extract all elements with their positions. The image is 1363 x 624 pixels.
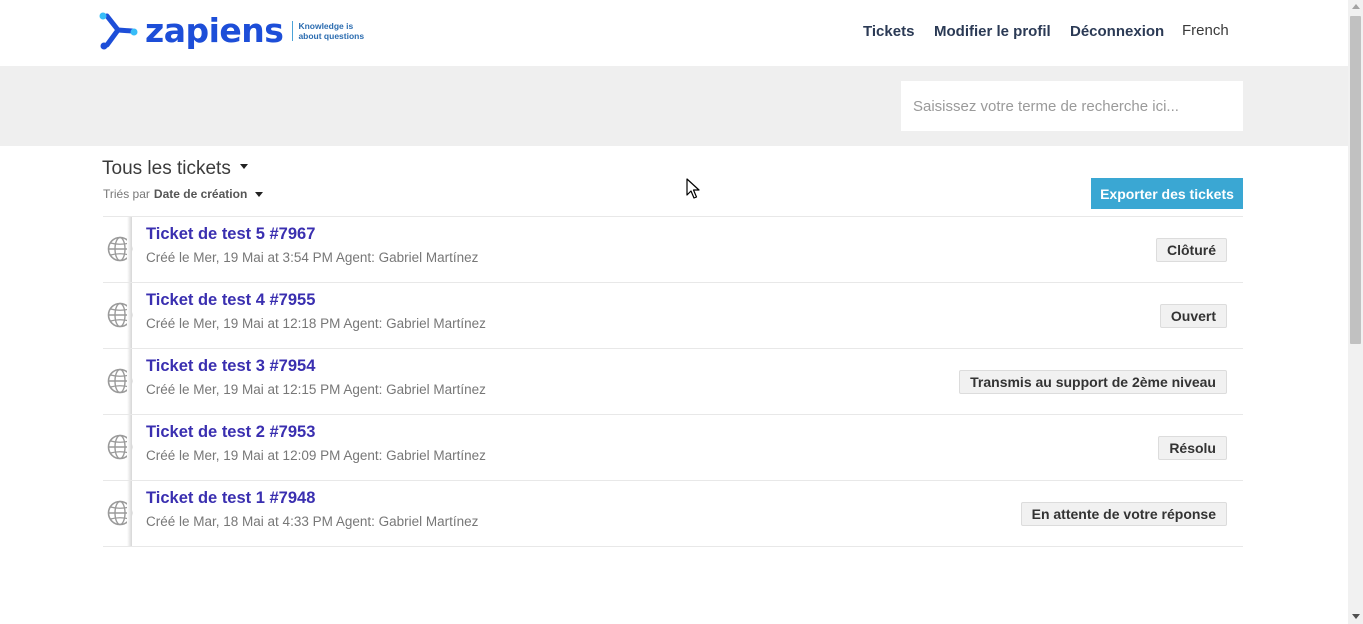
tagline-line-2: about questions <box>298 31 365 41</box>
status-badge: Clôturé <box>1156 238 1227 262</box>
status-badge: Ouvert <box>1159 304 1227 328</box>
ticket-meta: Créé le Mar, 18 Mai at 4:33 PM Agent: Ga… <box>146 514 479 529</box>
ticket-row[interactable]: Ticket de test 1 #7948 Créé le Mar, 18 M… <box>103 481 1243 547</box>
status-badge: Transmis au support de 2ème niveau <box>959 370 1227 394</box>
site-header: zapiens Knowledge is about questions Tic… <box>0 0 1348 66</box>
logo-divider <box>292 21 294 41</box>
ticket-meta: Créé le Mer, 19 Mai at 3:54 PM Agent: Ga… <box>146 250 479 265</box>
scroll-down-arrow-icon[interactable] <box>1352 614 1360 619</box>
ticket-title-link[interactable]: Ticket de test 4 #7955 <box>146 291 315 310</box>
caret-down-icon <box>239 163 248 169</box>
ticket-row[interactable]: Ticket de test 3 #7954 Créé le Mer, 19 M… <box>103 349 1243 415</box>
status-badge: Résolu <box>1158 436 1227 460</box>
ticket-bar <box>127 283 132 348</box>
sort-field-dropdown[interactable]: Date de création <box>154 187 247 201</box>
scroll-up-arrow-icon[interactable] <box>1352 4 1360 9</box>
tagline-line-1: Knowledge is <box>298 21 354 31</box>
scroll-thumb[interactable] <box>1350 16 1361 344</box>
ticket-bar <box>127 415 132 480</box>
nav-language-wrap: French <box>1182 19 1229 41</box>
ticket-meta: Créé le Mer, 19 Mai at 12:18 PM Agent: G… <box>146 316 486 331</box>
brand-name: zapiens <box>145 11 284 50</box>
page-scrollbar[interactable] <box>1348 0 1363 624</box>
ticket-filter-dropdown[interactable]: Tous les tickets <box>102 158 248 180</box>
nav-tickets-wrap: Tickets <box>863 20 914 42</box>
sort-control: Triés par Date de création <box>103 187 264 201</box>
ticket-filter-label: Tous les tickets <box>102 158 231 179</box>
ticket-bar <box>127 217 132 282</box>
ticket-row[interactable]: Ticket de test 5 #7967 Créé le Mer, 19 M… <box>103 217 1243 283</box>
search-input[interactable] <box>901 81 1243 131</box>
ticket-title-link[interactable]: Ticket de test 3 #7954 <box>146 357 315 376</box>
zapiens-logo[interactable]: zapiens Knowledge is about questions <box>98 10 364 52</box>
export-tickets-button[interactable]: Exporter des tickets <box>1091 178 1243 209</box>
mouse-cursor-icon <box>686 178 700 199</box>
status-badge: En attente de votre réponse <box>1020 502 1227 526</box>
ticket-bar <box>127 349 132 414</box>
ticket-row[interactable]: Ticket de test 2 #7953 Créé le Mer, 19 M… <box>103 415 1243 481</box>
ticket-row[interactable]: Ticket de test 4 #7955 Créé le Mer, 19 M… <box>103 283 1243 349</box>
caret-down-icon[interactable] <box>255 191 264 197</box>
brand-tagline: Knowledge is about questions <box>298 21 364 41</box>
ticket-bar <box>127 481 132 546</box>
ticket-meta: Créé le Mer, 19 Mai at 12:09 PM Agent: G… <box>146 448 486 463</box>
nav-edit-profile-link[interactable]: Modifier le profil <box>934 23 1051 40</box>
zapiens-logo-icon <box>99 12 138 50</box>
ticket-title-link[interactable]: Ticket de test 5 #7967 <box>146 225 315 244</box>
language-selector[interactable]: French <box>1182 22 1229 39</box>
ticket-title-link[interactable]: Ticket de test 1 #7948 <box>146 489 315 508</box>
nav-logout-wrap: Déconnexion <box>1070 20 1164 42</box>
search-band <box>0 66 1348 146</box>
ticket-title-link[interactable]: Ticket de test 2 #7953 <box>146 423 315 442</box>
ticket-meta: Créé le Mer, 19 Mai at 12:15 PM Agent: G… <box>146 382 486 397</box>
nav-logout-link[interactable]: Déconnexion <box>1070 23 1164 40</box>
nav-profile-wrap: Modifier le profil <box>934 20 1051 42</box>
nav-tickets-link[interactable]: Tickets <box>863 23 914 40</box>
sort-prefix: Triés par <box>103 187 150 201</box>
ticket-list: Ticket de test 5 #7967 Créé le Mer, 19 M… <box>103 216 1243 547</box>
